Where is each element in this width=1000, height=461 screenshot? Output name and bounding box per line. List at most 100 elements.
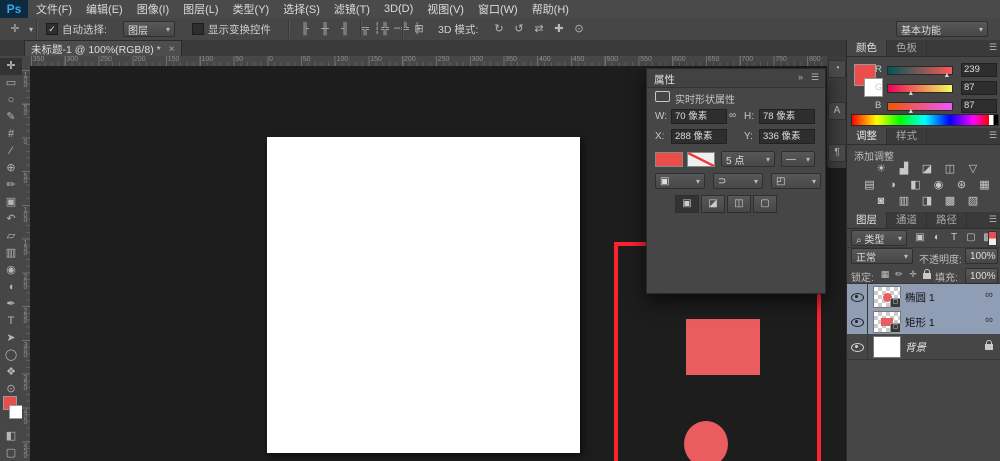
posterize-icon[interactable]: ▥ <box>897 194 911 208</box>
rectangular-marquee-tool[interactable]: ▭ <box>0 75 22 92</box>
height-field[interactable]: 78 像素 <box>759 109 815 124</box>
layer-visibility-cell[interactable] <box>847 334 868 359</box>
clone-stamp-tool[interactable]: ▣ <box>0 194 22 211</box>
align-left-edges-icon[interactable]: ╟ <box>296 21 314 37</box>
menu-item-l[interactable]: 图层(L) <box>183 1 218 17</box>
menu-item-i[interactable]: 图像(I) <box>137 1 169 17</box>
color-spectrum-bar[interactable] <box>851 114 999 126</box>
opacity-field[interactable]: 100% ▾ <box>965 248 998 264</box>
tab-图层[interactable]: 图层 <box>847 212 887 228</box>
path-selection-tool[interactable]: ➤ <box>0 330 22 347</box>
3d-scale-icon[interactable]: ⊙ <box>570 21 588 37</box>
tab-样式[interactable]: 样式 <box>887 128 927 144</box>
auto-select-checkbox[interactable]: ✓ <box>46 23 58 35</box>
quick-selection-tool[interactable]: ✎ <box>0 109 22 126</box>
lock-image-pixels-icon[interactable]: ✏ <box>893 268 905 280</box>
layer-name[interactable]: 椭圆 1 <box>905 290 935 305</box>
tab-色板[interactable]: 色板 <box>887 40 927 56</box>
stroke-align-select[interactable]: ▣▾ <box>655 173 705 189</box>
stroke-width-field[interactable]: 5 点 ▾ <box>721 151 775 167</box>
eyedropper-tool[interactable]: ∕ <box>0 143 22 160</box>
ellipse-tool[interactable]: ◯ <box>0 347 22 364</box>
menu-item-v[interactable]: 视图(V) <box>427 1 464 17</box>
layer-filter-kind-dropdown[interactable]: ⌕ 类型 ▾ <box>851 230 907 246</box>
spot-healing-brush-tool[interactable]: ⊕ <box>0 160 22 177</box>
stroke-color-swatch[interactable] <box>687 152 715 167</box>
filter-type-layers-icon[interactable]: T <box>947 231 961 245</box>
3d-rotate-icon[interactable]: ↻ <box>490 21 508 37</box>
filter-pixel-layers-icon[interactable]: ▣ <box>913 231 927 245</box>
gradient-tool[interactable]: ▥ <box>0 245 22 262</box>
color-balance-icon[interactable]: ◑ <box>886 178 900 192</box>
menu-item-f[interactable]: 文件(F) <box>36 1 72 17</box>
menu-item-h[interactable]: 帮助(H) <box>532 1 569 17</box>
x-field[interactable]: 288 像素 <box>671 129 727 144</box>
fill-field[interactable]: 100% ▾ <box>965 268 998 284</box>
character-panel-icon[interactable]: A <box>828 102 846 120</box>
brightness-contrast-icon[interactable]: ☀ <box>874 162 888 176</box>
align-horizontal-centers-icon[interactable]: ╫ <box>316 21 334 37</box>
ellipse-shape[interactable] <box>684 421 728 461</box>
auto-align-layers-icon[interactable]: ⊞ <box>410 21 428 37</box>
layer-filter-toggle[interactable] <box>988 231 997 246</box>
panel-menu-icon[interactable]: ☰ <box>989 42 997 53</box>
stroke-type-dropdown[interactable]: — ▾ <box>781 151 815 167</box>
combine-shapes-button[interactable]: ▣ <box>675 195 699 213</box>
menu-item-y[interactable]: 类型(Y) <box>233 1 270 17</box>
layer-visibility-cell[interactable] <box>847 309 868 334</box>
history-panel-icon[interactable]: ◔ <box>828 60 846 78</box>
tab-路径[interactable]: 路径 <box>927 212 967 228</box>
visibility-eye-icon[interactable] <box>851 318 864 327</box>
layer-thumbnail[interactable]: ▢ <box>873 311 901 333</box>
channel-value[interactable]: 87 <box>961 99 997 113</box>
channel-value[interactable]: 239 <box>961 63 997 77</box>
zoom-tool[interactable]: ⊙ <box>0 381 22 398</box>
layer-row[interactable]: 背景 <box>847 334 1000 360</box>
layer-name[interactable]: 背景 <box>905 340 926 355</box>
tab-调整[interactable]: 调整 <box>847 128 887 144</box>
channel-slider[interactable] <box>887 84 953 93</box>
curves-icon[interactable]: ◪ <box>920 162 934 176</box>
tab-通道[interactable]: 通道 <box>887 212 927 228</box>
threshold-icon[interactable]: ◨ <box>920 194 934 208</box>
auto-align-button[interactable]: ⊞ <box>410 21 428 37</box>
stroke-corner-select[interactable]: ◰▾ <box>771 173 821 189</box>
hue-saturation-icon[interactable]: ▤ <box>863 178 877 192</box>
dodge-tool[interactable]: ◖ <box>0 279 22 296</box>
stroke-cap-select[interactable]: ⊃▾ <box>713 173 763 189</box>
exclude-shapes-button[interactable]: ▢ <box>753 195 777 213</box>
history-brush-tool[interactable]: ↶ <box>0 211 22 228</box>
photo-filter-icon[interactable]: ◉ <box>932 178 946 192</box>
visibility-eye-icon[interactable] <box>851 293 864 302</box>
pen-tool[interactable]: ✒ <box>0 296 22 313</box>
3d-drag-icon[interactable]: ⇄ <box>530 21 548 37</box>
3d-slide-icon[interactable]: ✚ <box>550 21 568 37</box>
workspace-switcher[interactable]: 基本功能 ▾ <box>896 21 988 37</box>
hand-tool[interactable]: ❖ <box>0 364 22 381</box>
menu-item-dd[interactable]: 3D(D) <box>384 3 413 15</box>
slider-thumb-icon[interactable]: ▲ <box>907 90 914 97</box>
subtract-front-shape-button[interactable]: ◪ <box>701 195 725 213</box>
color-lookup-icon[interactable]: ▦ <box>978 178 992 192</box>
y-field[interactable]: 336 像素 <box>759 129 815 144</box>
channel-mixer-icon[interactable]: ⊛ <box>955 178 969 192</box>
brush-tool[interactable]: ✏ <box>0 177 22 194</box>
vibrance-icon[interactable]: ▽ <box>966 162 980 176</box>
filter-adjustment-layers-icon[interactable]: ◐ <box>930 231 944 245</box>
menu-item-w[interactable]: 窗口(W) <box>478 1 518 17</box>
link-dimensions-icon[interactable]: ∞ <box>729 110 736 121</box>
channel-slider[interactable] <box>887 102 953 111</box>
selective-color-icon[interactable]: ▨ <box>966 194 980 208</box>
screen-mode-button[interactable]: ▢ <box>0 445 22 461</box>
layer-row[interactable]: ▢矩形 1∞ <box>847 309 1000 335</box>
blend-mode-dropdown[interactable]: 正常 ▾ <box>851 248 913 264</box>
gradient-map-icon[interactable]: ▩ <box>943 194 957 208</box>
type-tool[interactable]: T <box>0 313 22 330</box>
lock-all-icon[interactable] <box>921 268 933 280</box>
blur-tool[interactable]: ◉ <box>0 262 22 279</box>
menu-item-t[interactable]: 滤镜(T) <box>334 1 370 17</box>
levels-icon[interactable]: ▟ <box>897 162 911 176</box>
document-tab[interactable]: 未标题-1 @ 100%(RGB/8) * × <box>24 40 182 57</box>
panel-menu-icon[interactable]: ☰ <box>989 214 997 225</box>
move-tool[interactable]: ✛ <box>0 58 22 75</box>
